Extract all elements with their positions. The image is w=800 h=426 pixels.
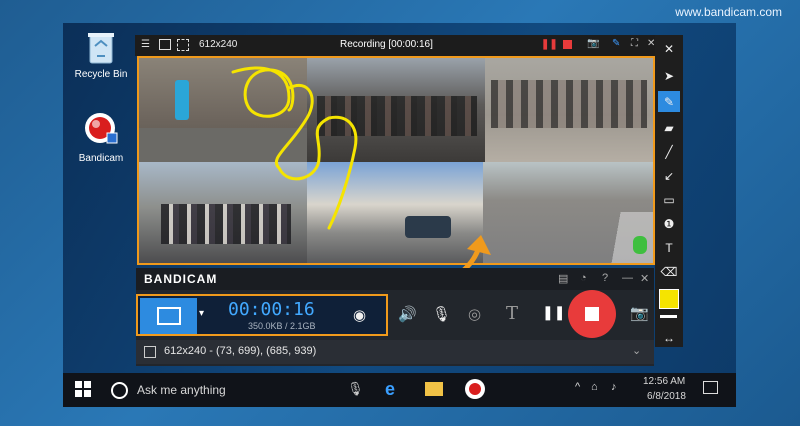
recycle-bin-icon bbox=[84, 29, 118, 65]
menu-icon[interactable]: ☰ bbox=[141, 39, 150, 50]
bandicam-taskbar-icon[interactable] bbox=[465, 379, 485, 399]
pen-icon[interactable]: ✎ bbox=[612, 38, 620, 49]
color-swatch[interactable] bbox=[659, 289, 679, 309]
bandicam-app-icon bbox=[81, 109, 121, 149]
mouse-click-icon[interactable]: ◎ bbox=[468, 305, 481, 323]
cursor-icon[interactable]: ➤ bbox=[658, 65, 680, 86]
region-coordinates: 612x240 - (73, 699), (685, 939) bbox=[164, 345, 317, 357]
text-overlay-icon[interactable]: T bbox=[506, 303, 518, 324]
taskbar-time: 12:56 AM bbox=[643, 376, 686, 387]
desktop-icon-recycle-bin[interactable]: Recycle Bin bbox=[66, 29, 136, 80]
arrow-icon[interactable]: ↙ bbox=[658, 165, 680, 186]
eraser-icon[interactable]: ⌫ bbox=[658, 261, 680, 282]
close-icon[interactable]: ✕ bbox=[640, 272, 649, 285]
cortana-icon[interactable] bbox=[111, 382, 128, 399]
region-status-bar: 612x240 - (73, 699), (685, 939) ⌄ bbox=[136, 340, 654, 364]
help-icon[interactable]: ? bbox=[602, 272, 608, 284]
bandicam-label: Bandicam bbox=[78, 153, 124, 164]
close-icon[interactable]: ✕ bbox=[658, 38, 680, 59]
line-width-icon[interactable] bbox=[660, 315, 677, 318]
file-explorer-icon[interactable] bbox=[425, 382, 443, 396]
resolution-label: 612x240 bbox=[199, 39, 238, 50]
website-url: www.bandicam.com bbox=[675, 5, 782, 19]
volume-icon[interactable]: ♪ bbox=[611, 381, 617, 393]
minimize-icon[interactable]: — bbox=[622, 272, 633, 284]
fullscreen-icon[interactable]: ⛶ bbox=[631, 38, 638, 49]
window-mode-icon[interactable] bbox=[159, 39, 171, 50]
windows-start-icon[interactable] bbox=[75, 381, 91, 397]
bandicam-titlebar: BANDICAM ▤ ◔ ? — ✕ bbox=[136, 268, 654, 290]
speaker-icon[interactable]: 🔊 bbox=[398, 305, 417, 323]
bandicam-brand: BANDICAM bbox=[144, 272, 218, 286]
folder-icon[interactable]: ▤ bbox=[558, 272, 568, 285]
microphone-icon[interactable]: 🎙 bbox=[347, 381, 364, 397]
recording-timer: 00:00:16 bbox=[228, 299, 315, 320]
file-size: 350.0KB / 2.1GB bbox=[248, 321, 316, 331]
mode-dropdown-icon[interactable]: ▾ bbox=[199, 308, 204, 319]
notification-icon[interactable] bbox=[703, 381, 718, 394]
stop-button[interactable] bbox=[568, 290, 616, 338]
pen-icon[interactable]: ✎ bbox=[658, 91, 680, 112]
drawing-toolbar: ✕ ➤ ✎ ▰ ╱ ↙ ▭ ❶ T ⌫ ↔ bbox=[655, 35, 683, 347]
select-region-icon bbox=[156, 307, 181, 325]
microphone-icon[interactable]: 🎙 bbox=[432, 305, 451, 323]
recording-status: Recording [00:00:16] bbox=[340, 39, 433, 50]
expand-chevron-icon[interactable]: ⌄ bbox=[632, 344, 641, 357]
webcam-icon[interactable]: ◉ bbox=[353, 306, 366, 324]
stop-icon[interactable] bbox=[563, 40, 572, 49]
stop-icon bbox=[585, 307, 599, 321]
screenshot-icon[interactable]: 📷 bbox=[630, 304, 649, 322]
monitor-screen: Recycle Bin Bandicam ☰ 612x240 Recording… bbox=[63, 23, 736, 407]
edge-browser-icon[interactable]: e bbox=[385, 379, 395, 400]
region-mode-icon[interactable] bbox=[177, 39, 189, 51]
number-icon[interactable]: ❶ bbox=[658, 213, 680, 234]
pause-button[interactable]: ❚❚ bbox=[542, 304, 565, 321]
recycle-bin-label: Recycle Bin bbox=[74, 69, 128, 80]
expand-icon[interactable]: ↔ bbox=[658, 327, 680, 348]
network-icon[interactable]: ⌂ bbox=[591, 381, 598, 393]
recording-toolbar: ☰ 612x240 Recording [00:00:16] ❚❚ 📷 ✎ ⛶ … bbox=[135, 35, 659, 56]
search-box[interactable]: Ask me anything bbox=[137, 383, 226, 397]
camera-icon[interactable]: 📷 bbox=[587, 38, 599, 49]
taskbar: Ask me anything 🎙 e ^ ⌂ ♪ 12:56 AM 6/8/2… bbox=[63, 373, 736, 407]
pause-icon[interactable]: ❚❚ bbox=[541, 39, 558, 50]
rectangle-icon[interactable]: ▭ bbox=[658, 189, 680, 210]
rectangle-mode-button[interactable] bbox=[140, 298, 197, 334]
text-icon[interactable]: T bbox=[658, 237, 680, 258]
highlighter-icon[interactable]: ▰ bbox=[658, 117, 680, 138]
taskbar-date: 6/8/2018 bbox=[647, 391, 686, 402]
desktop-icon-bandicam[interactable]: Bandicam bbox=[66, 109, 136, 164]
tray-chevron-icon[interactable]: ^ bbox=[575, 381, 580, 393]
control-row: ▾ 00:00:16 350.0KB / 2.1GB ◉ 🔊 🎙 ◎ T ❚❚ … bbox=[136, 290, 654, 338]
clock-icon[interactable]: ◔ bbox=[580, 272, 587, 284]
bandicam-panel: BANDICAM ▤ ◔ ? — ✕ ▾ 00:00:16 350.0KB / … bbox=[136, 268, 654, 366]
region-checkbox[interactable] bbox=[144, 346, 156, 358]
line-icon[interactable]: ╱ bbox=[658, 141, 680, 162]
recording-info-box: ▾ 00:00:16 350.0KB / 2.1GB ◉ bbox=[136, 294, 388, 336]
